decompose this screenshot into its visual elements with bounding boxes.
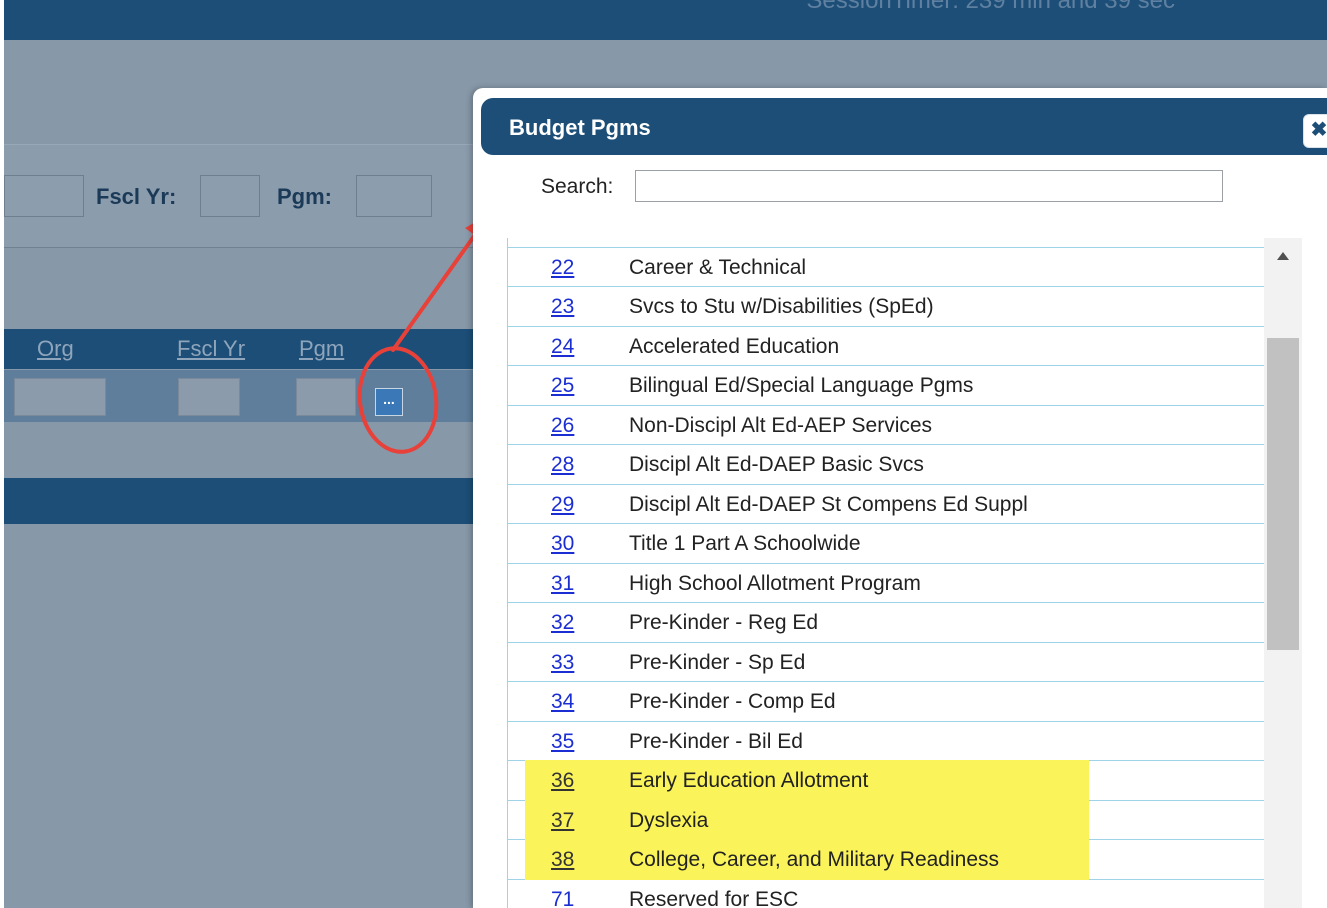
highlight-marker [525,799,1089,840]
fscl-yr-input[interactable] [200,175,260,217]
program-code-link[interactable]: 38 [551,848,574,872]
program-code-link[interactable]: 30 [551,532,574,556]
fscl-yr-label: Fscl Yr: [96,184,177,209]
program-code-link[interactable]: 29 [551,493,574,517]
org-cell-input[interactable] [14,378,106,416]
dialog-header: Budget Pgms ✖ [481,98,1327,155]
program-description: High School Allotment Program [629,571,921,595]
program-description: Discipl Alt Ed-DAEP Basic Svcs [629,453,924,476]
program-description: Pre-Kinder - Bil Ed [629,729,803,753]
program-description: Pre-Kinder - Comp Ed [629,690,836,713]
program-description: Pre-Kinder - Reg Ed [629,611,819,634]
pgm-label: Pgm: [277,184,332,209]
list-item[interactable]: 35 Pre-Kinder - Bil Ed [508,722,1264,761]
footer-bar [4,478,476,524]
program-list-content: 21Gifted & Talented22Career & Technical2… [508,238,1264,908]
search-label: Search: [541,175,614,198]
program-description: Gifted & Talented [629,238,790,240]
budget-pgms-dialog: Budget Pgms ✖ Search: 21 Gifted & Talente… [473,88,1327,908]
list-item[interactable]: 26 Non-Discipl Alt Ed-AEP Services [508,406,1264,445]
program-description: Career & Technical [629,255,807,279]
column-fscl-yr[interactable]: Fscl Yr [177,336,245,362]
list-item[interactable]: 24 Accelerated Education [508,327,1264,366]
program-code-link[interactable]: 32 [551,611,574,635]
program-code-link[interactable]: 71 [551,888,574,908]
fscl-yr-cell-input[interactable] [178,378,240,416]
program-description: Discipl Alt Ed-DAEP St Compens Ed Suppl [629,492,1028,516]
program-description: Pre-Kinder - Sp Ed [629,650,806,674]
program-description: Title 1 Part A Schoolwide [629,532,861,555]
program-code-link[interactable]: 28 [551,453,574,477]
list-item[interactable]: 21 Gifted & Talented [508,238,1264,248]
program-description: Accelerated Education [629,334,840,358]
program-code-link[interactable]: 23 [551,295,574,319]
program-code-link[interactable]: 34 [551,690,574,714]
program-code-link[interactable]: 36 [551,769,574,793]
program-description: Early Education Allotment [629,769,869,792]
close-icon[interactable]: ✖ [1303,114,1327,148]
list-item[interactable]: 30 Title 1 Part A Schoolwide [508,524,1264,564]
pgm-input[interactable] [356,175,432,217]
program-description: Dyslexia [629,808,709,832]
list-scrollbar[interactable] [1264,238,1302,908]
program-code-link[interactable]: 35 [551,730,574,754]
scroll-up-arrow-icon[interactable] [1277,252,1289,260]
list-item[interactable]: 31 High School Allotment Program [508,564,1264,603]
pgm-cell-input[interactable] [296,378,356,416]
list-item[interactable]: 38 College, Career, and Military Readines… [508,839,1264,880]
list-item[interactable]: 37 Dyslexia [508,799,1264,840]
program-description: Bilingual Ed/Special Language Pgms [629,374,974,397]
list-item[interactable]: 22 Career & Technical [508,248,1264,287]
program-code-link[interactable]: 37 [551,809,574,833]
scroll-thumb[interactable] [1267,338,1299,650]
top-bar: SessionTimer: 239 min and 39 sec [4,0,1327,40]
program-code-link[interactable]: 26 [551,414,574,438]
org-filter-input[interactable] [4,175,84,217]
program-description: Svcs to Stu w/Disabilities (SpEd) [629,295,934,318]
list-item[interactable]: 23 Svcs to Stu w/Disabilities (SpEd) [508,287,1264,327]
list-item[interactable]: 36 Early Education Allotment [508,760,1264,801]
list-item[interactable]: 29 Discipl Alt Ed-DAEP St Compens Ed Supp… [508,485,1264,524]
program-code-link[interactable]: 21 [551,238,574,240]
list-item[interactable]: 33 Pre-Kinder - Sp Ed [508,643,1264,682]
program-description: College, Career, and Military Readiness [629,848,1000,871]
program-code-link[interactable]: 31 [551,572,574,596]
program-code-link[interactable]: 24 [551,335,574,359]
program-code-link[interactable]: 33 [551,651,574,675]
search-input[interactable] [635,170,1223,202]
list-item[interactable]: 32 Pre-Kinder - Reg Ed [508,603,1264,643]
list-item[interactable]: 34 Pre-Kinder - Comp Ed [508,682,1264,722]
list-item[interactable]: 25 Bilingual Ed/Special Language Pgms [508,366,1264,406]
program-code-link[interactable]: 22 [551,256,574,280]
session-timer: SessionTimer: 239 min and 39 sec [806,0,1175,14]
pgm-lookup-button[interactable]: ... [375,388,403,416]
program-description: Non-Discipl Alt Ed-AEP Services [629,413,933,437]
program-description: Reserved for ESC [629,887,799,908]
column-org[interactable]: Org [37,336,74,362]
column-pgm[interactable]: Pgm [299,336,344,362]
list-item[interactable]: 28 Discipl Alt Ed-DAEP Basic Svcs [508,445,1264,485]
program-code-link[interactable]: 25 [551,374,574,398]
program-list: 21Gifted & Talented22Career & Technical2… [507,238,1265,908]
dialog-title: Budget Pgms [509,115,651,140]
list-item[interactable]: 71 Reserved for ESC [508,880,1264,908]
